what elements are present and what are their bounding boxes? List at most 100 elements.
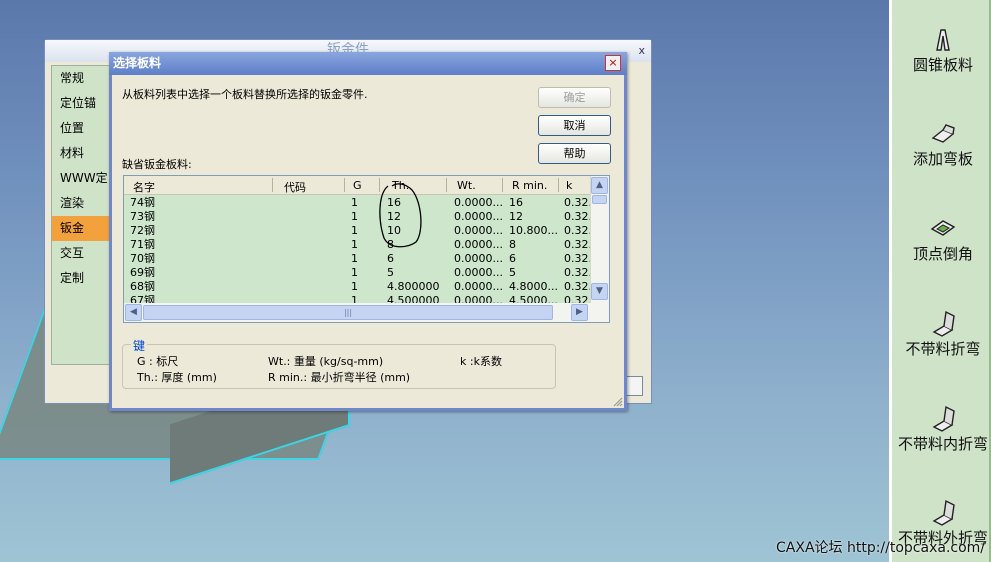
nav-item-custom[interactable]: 定制 [52,266,112,291]
cell-k: 0.32. [564,280,590,293]
cell-rmin: 8 [509,238,516,251]
instruction-text: 从板料列表中选择一个板料替换所选择的钣金零件. [122,88,368,101]
sheet-list[interactable]: 名字 代码 G Th. Wt. R min. k 74钢 1 16 0.0000...… [123,175,610,323]
scroll-down-icon[interactable]: ▼ [591,283,608,300]
cell-name: 71钢 [130,238,155,251]
table-row[interactable]: 74钢 1 16 0.0000... 16 0.32. [124,196,594,210]
nav-item-www[interactable]: WWW定 [52,166,112,191]
cell-thickness: 5 [387,266,394,279]
key-title: 键 [131,337,148,354]
col-weight[interactable]: Wt. [457,179,476,192]
cell-gauge: 1 [351,280,358,293]
ok-button[interactable]: 确定 [538,87,611,108]
table-row[interactable]: 68钢 1 4.800000 0.0000... 4.8000... 0.32. [124,280,594,294]
cell-rmin: 16 [509,196,523,209]
tool-label: 添加弯板 [912,150,973,168]
vertex-chamfer-icon [892,213,991,243]
cone-sheet-icon [892,24,991,54]
dialog-title: 选择板料 [109,52,627,75]
nav-item-sheet-metal[interactable]: 钣金 [52,216,112,241]
cell-gauge: 1 [351,196,358,209]
close-icon[interactable]: x [638,44,645,57]
cell-weight: 0.0000... [454,280,503,293]
table-row[interactable]: 71钢 1 8 0.0000... 8 0.32. [124,238,594,252]
scroll-up-icon[interactable]: ▲ [591,177,608,194]
cell-thickness: 4.800000 [387,280,440,293]
nav-item-material[interactable]: 材料 [52,141,112,166]
cell-k: 0.32. [564,224,590,237]
default-sheet-label: 缺省钣金板料: [122,158,192,171]
cell-gauge: 1 [351,238,358,251]
tool-vertex-chamfer[interactable]: 顶点倒角 [892,213,991,264]
cell-weight: 0.0000... [454,224,503,237]
column-divider[interactable] [502,178,503,192]
cell-weight: 0.0000... [454,210,503,223]
cancel-button[interactable]: 取消 [538,115,611,136]
inner-bend-no-material-icon [892,403,991,433]
select-sheet-dialog: 选择板料 × 从板料列表中选择一个板料替换所选择的钣金零件. 确定 取消 帮助 … [109,52,627,411]
partial-button[interactable] [625,376,643,396]
column-divider[interactable] [558,178,559,192]
table-row[interactable]: 73钢 1 12 0.0000... 12 0.32. [124,210,594,224]
column-divider[interactable] [344,178,345,192]
horizontal-scroll-thumb[interactable]: ||| [143,305,553,320]
table-row[interactable]: 72钢 1 10 0.0000... 10.800... 0.32. [124,224,594,238]
tool-cone-sheet[interactable]: 圆锥板料 [892,24,991,75]
cell-name: 74钢 [130,196,155,209]
close-button[interactable]: × [605,55,621,71]
tool-label: 不带料折弯 [905,340,981,358]
cell-rmin: 6 [509,252,516,265]
add-bend-plate-icon [892,118,991,148]
col-rmin[interactable]: R min. [512,179,547,192]
cell-gauge: 1 [351,210,358,223]
forum-watermark: CAXA论坛 http://topcaxa.com/ [776,540,986,556]
cell-name: 72钢 [130,224,155,237]
cell-rmin: 4.8000... [509,280,558,293]
tool-label: 顶点倒角 [912,245,973,263]
cell-gauge: 1 [351,252,358,265]
scroll-left-icon[interactable]: ◀ [125,304,142,321]
table-row[interactable]: 69钢 1 5 0.0000... 5 0.32. [124,266,594,280]
help-button[interactable]: 帮助 [538,143,611,164]
col-gauge[interactable]: G [353,179,362,192]
table-row[interactable]: 70钢 1 6 0.0000... 6 0.32. [124,252,594,266]
scroll-thumb[interactable] [592,195,607,204]
cell-weight: 0.0000... [454,196,503,209]
col-k[interactable]: k [566,179,572,192]
tool-inner-bend-no-material[interactable]: 不带料内折弯 [892,403,991,454]
cell-k: 0.32. [564,210,590,223]
cell-name: 70钢 [130,252,155,265]
key-k: k :k系数 [460,355,502,368]
tool-label: 圆锥板料 [912,56,973,74]
scroll-right-icon[interactable]: ▶ [571,304,588,321]
col-code[interactable]: 代码 [284,179,306,195]
cell-rmin: 10.800... [509,224,558,237]
key-thickness: Th.: 厚度 (mm) [137,371,217,384]
cell-rmin: 5 [509,266,516,279]
outer-bend-no-material-icon [892,497,991,527]
tool-add-bend-plate[interactable]: 添加弯板 [892,118,991,169]
cell-thickness: 6 [387,252,394,265]
vertical-scrollbar[interactable]: ▲ ▼ [590,176,609,303]
nav-item-interaction[interactable]: 交互 [52,241,112,266]
tool-bend-no-material[interactable]: 不带料折弯 [892,308,991,359]
column-divider[interactable] [272,178,273,192]
resize-grip-icon[interactable] [611,395,623,407]
nav-item-anchor[interactable]: 定位锚 [52,91,112,116]
nav-item-render[interactable]: 渲染 [52,191,112,216]
nav-item-position[interactable]: 位置 [52,116,112,141]
nav-item-general[interactable]: 常规 [52,66,112,91]
cell-weight: 0.0000... [454,266,503,279]
tool-label: 不带料内折弯 [897,435,988,453]
column-divider[interactable] [446,178,447,192]
cell-k: 0.32. [564,238,590,251]
bend-no-material-icon [892,308,991,338]
col-name[interactable]: 名字 [133,179,155,195]
cell-k: 0.32. [564,266,590,279]
cell-weight: 0.0000... [454,238,503,251]
cell-name: 69钢 [130,266,155,279]
key-weight: Wt.: 重量 (kg/sq-mm) [268,355,384,368]
horizontal-scrollbar[interactable]: ◀ ||| ▶ [124,303,609,322]
cell-name: 68钢 [130,280,155,293]
cell-k: 0.32. [564,196,590,209]
